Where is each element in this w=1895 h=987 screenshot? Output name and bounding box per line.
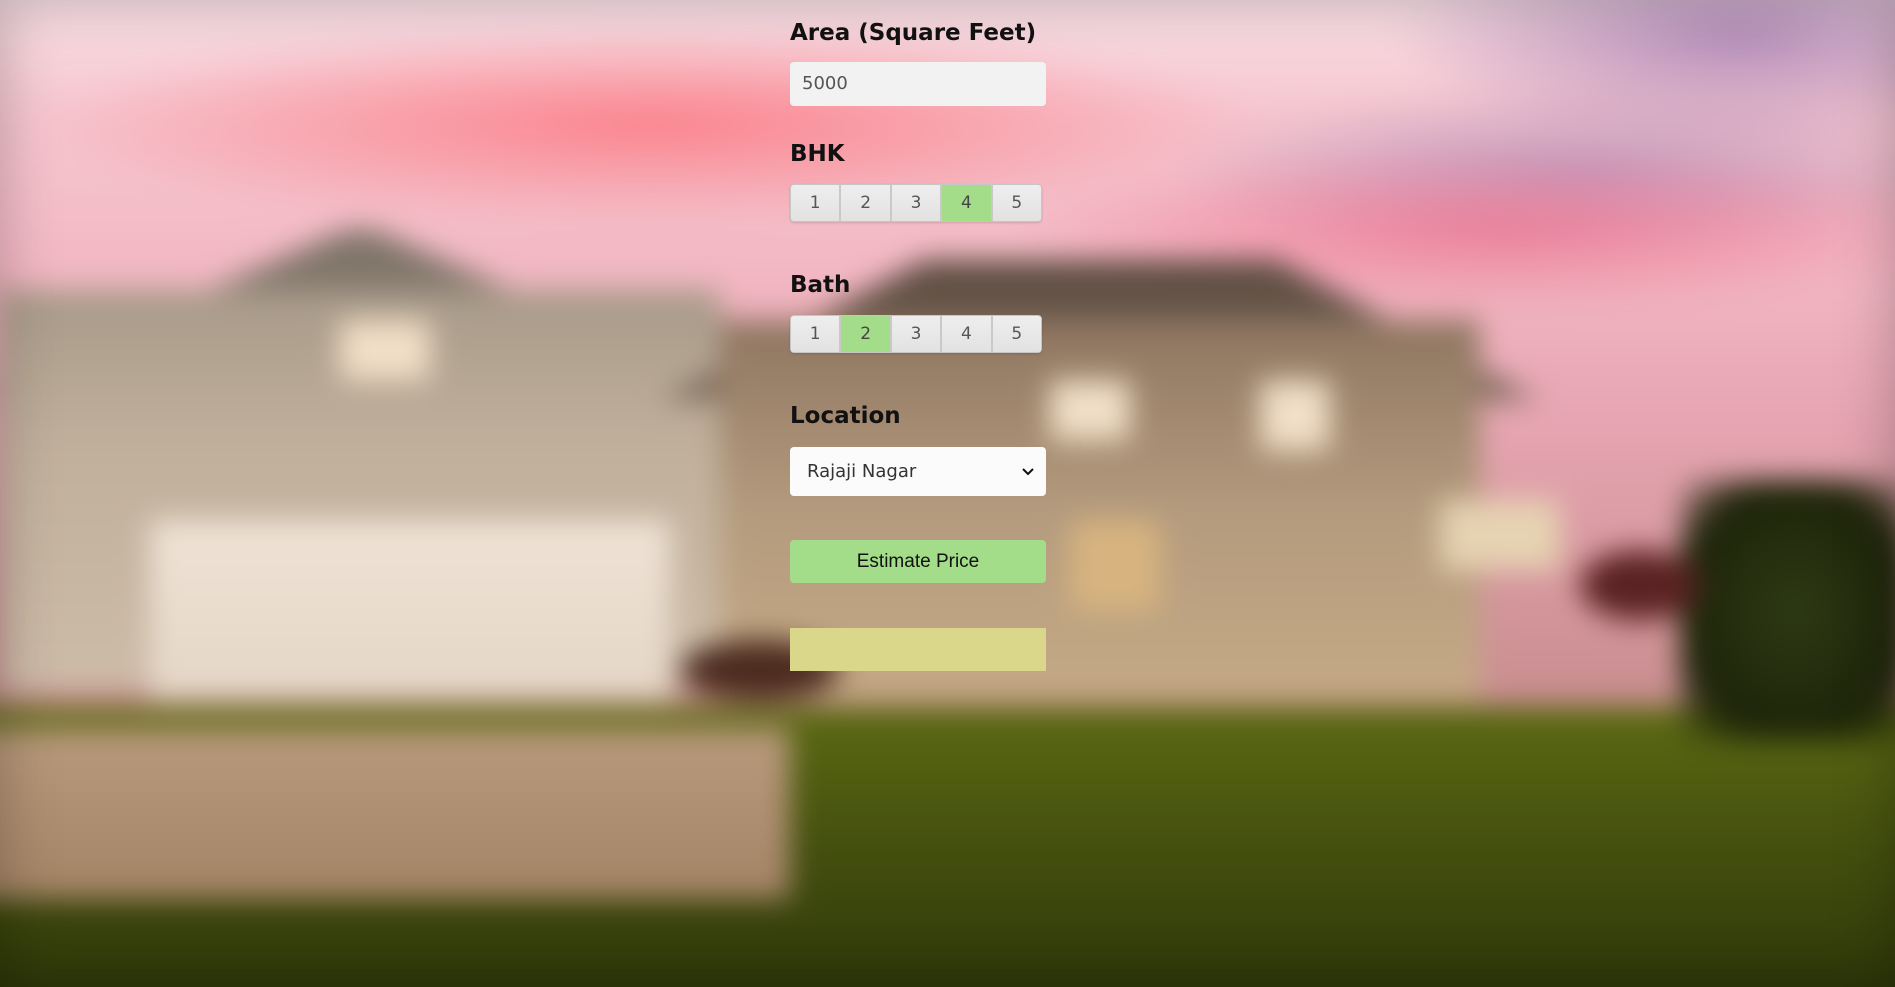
bhk-option-5[interactable]: 5 <box>992 185 1041 221</box>
bhk-option-2[interactable]: 2 <box>841 185 892 221</box>
bhk-option-1[interactable]: 1 <box>791 185 842 221</box>
bath-label: Bath <box>790 272 851 298</box>
bhk-option-4[interactable]: 4 <box>942 185 993 221</box>
chevron-down-icon <box>1020 464 1036 480</box>
bath-option-2[interactable]: 2 <box>841 316 892 352</box>
estimated-price-result <box>790 628 1046 671</box>
bath-switch-field: 12345 <box>790 315 1042 353</box>
bath-option-3[interactable]: 3 <box>891 316 943 352</box>
bhk-label: BHK <box>790 141 845 167</box>
bath-option-1[interactable]: 1 <box>791 316 842 352</box>
bhk-switch-field: 12345 <box>790 184 1042 222</box>
area-label: Area (Square Feet) <box>790 20 1037 46</box>
estimate-price-button[interactable]: Estimate Price <box>790 540 1046 583</box>
location-label: Location <box>790 403 901 429</box>
page-background: Area (Square Feet) 5000 BHK 12345 Bath 1… <box>0 0 1895 987</box>
bath-option-5[interactable]: 5 <box>992 316 1041 352</box>
location-select[interactable]: Rajaji Nagar <box>790 447 1046 496</box>
bhk-option-3[interactable]: 3 <box>891 185 943 221</box>
location-selected-value: Rajaji Nagar <box>807 461 917 482</box>
area-input[interactable]: 5000 <box>790 62 1046 106</box>
bath-option-4[interactable]: 4 <box>942 316 993 352</box>
